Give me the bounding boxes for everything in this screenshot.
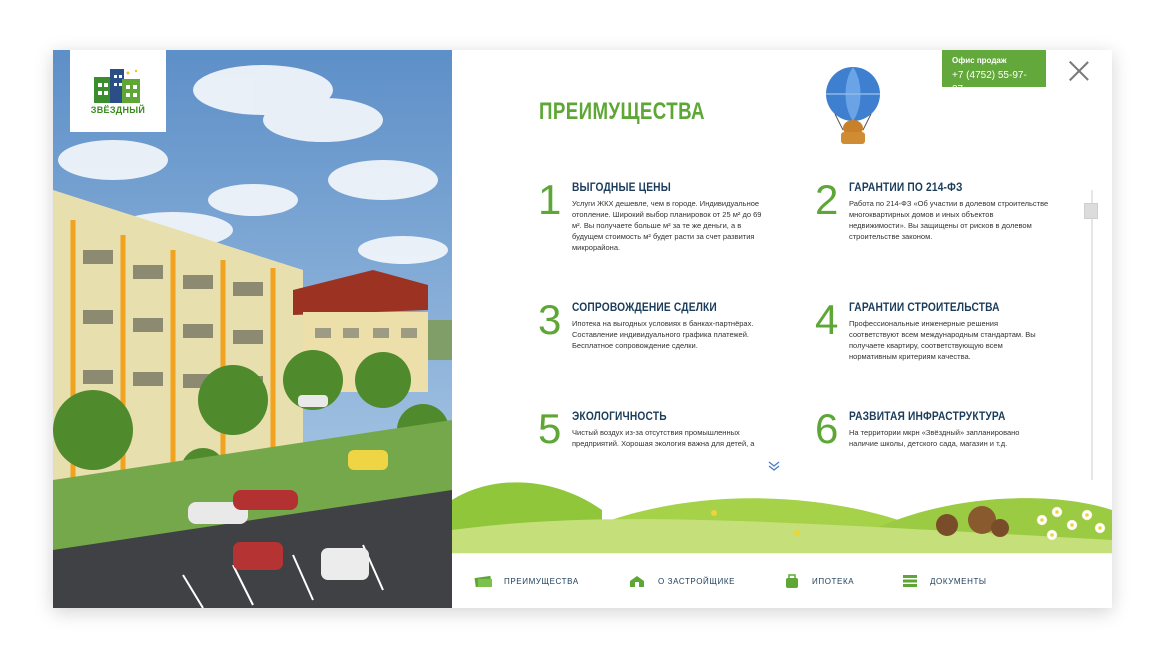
logo[interactable]: ЗВЁЗДНЫЙ xyxy=(70,50,166,132)
bag-icon xyxy=(786,574,798,588)
nav-label: ДОКУМЕНТЫ xyxy=(930,576,987,586)
nav-label: ПРЕИМУЩЕСТВА xyxy=(504,576,579,586)
feature-text: На территории мкрн «Звёздный» запланиров… xyxy=(849,428,1020,448)
scrollbar-thumb[interactable] xyxy=(1084,203,1098,219)
feature-number: 6 xyxy=(815,405,839,452)
feature-heading: РАЗВИТАЯ ИНФРАСТРУКТУРА xyxy=(849,409,1006,423)
nav-item-advantages[interactable]: ПРЕИМУЩЕСТВА xyxy=(474,574,579,588)
building-render-image: ЗВЁЗДНЫЙ xyxy=(53,50,452,608)
close-icon[interactable] xyxy=(1068,60,1090,82)
nav-item-documents[interactable]: ДОКУМЕНТЫ xyxy=(900,574,987,588)
page-title: ПРЕИМУЩЕСТВА xyxy=(539,98,705,125)
feature-text: Чистый воздух из-за отсутствия промышлен… xyxy=(572,428,755,448)
nav-label: ИПОТЕКА xyxy=(812,576,855,586)
sales-office-label: Офис продаж xyxy=(952,56,1007,65)
feature-heading: СОПРОВОЖДЕНИЕ СДЕЛКИ xyxy=(572,300,717,314)
logo-buildings-icon xyxy=(94,69,140,103)
content-panel: Офис продаж +7 (4752) 55-97-27 ПРЕИМУЩЕС… xyxy=(452,50,1112,608)
nav-item-developer[interactable]: О ЗАСТРОЙЩИКЕ xyxy=(628,574,735,588)
scrollbar-track[interactable] xyxy=(1091,190,1093,480)
house-icon xyxy=(630,576,644,587)
bottom-nav: ПРЕИМУЩЕСТВА О ЗАСТРОЙЩИКЕ ИПОТЕКА ДОКУМ… xyxy=(452,553,1112,608)
balloon-illustration-icon xyxy=(826,67,880,144)
feature-heading: ГАРАНТИИ ПО 214-ФЗ xyxy=(849,180,963,194)
sales-office-badge[interactable]: Офис продаж +7 (4752) 55-97-27 xyxy=(942,50,1046,95)
feature-number: 1 xyxy=(538,176,562,223)
feature-number: 3 xyxy=(538,296,562,343)
sales-office-phone[interactable]: +7 (4752) 55-97-27 xyxy=(952,69,1036,97)
money-icon xyxy=(474,575,492,588)
feature-heading: ГАРАНТИИ СТРОИТЕЛЬСТВА xyxy=(849,300,1000,314)
feature-text: Работа по 214-ФЗ «Об участии в долевом с… xyxy=(849,199,1049,241)
logo-text: ЗВЁЗДНЫЙ xyxy=(90,105,146,115)
nav-item-mortgage[interactable]: ИПОТЕКА xyxy=(782,574,854,588)
feature-heading: ЭКОЛОГИЧНОСТЬ xyxy=(572,409,667,423)
hills-illustration xyxy=(452,482,1112,553)
feature-text: Профессиональные инженерные решения соот… xyxy=(849,319,1036,361)
modal: ЗВЁЗДНЫЙ Офис продаж +7 (4752) 55-97-27 … xyxy=(53,50,1112,608)
feature-number: 4 xyxy=(815,296,839,343)
nav-label: О ЗАСТРОЙЩИКЕ xyxy=(658,576,736,586)
feature-heading: ВЫГОДНЫЕ ЦЕНЫ xyxy=(572,180,671,194)
feature-text: Услуги ЖКХ дешевле, чем в городе. Индиви… xyxy=(572,199,762,252)
feature-number: 2 xyxy=(815,176,839,223)
feature-number: 5 xyxy=(538,405,562,452)
feature-text: Ипотека на выгодных условиях в банках-па… xyxy=(572,319,754,350)
documents-icon xyxy=(903,575,917,587)
